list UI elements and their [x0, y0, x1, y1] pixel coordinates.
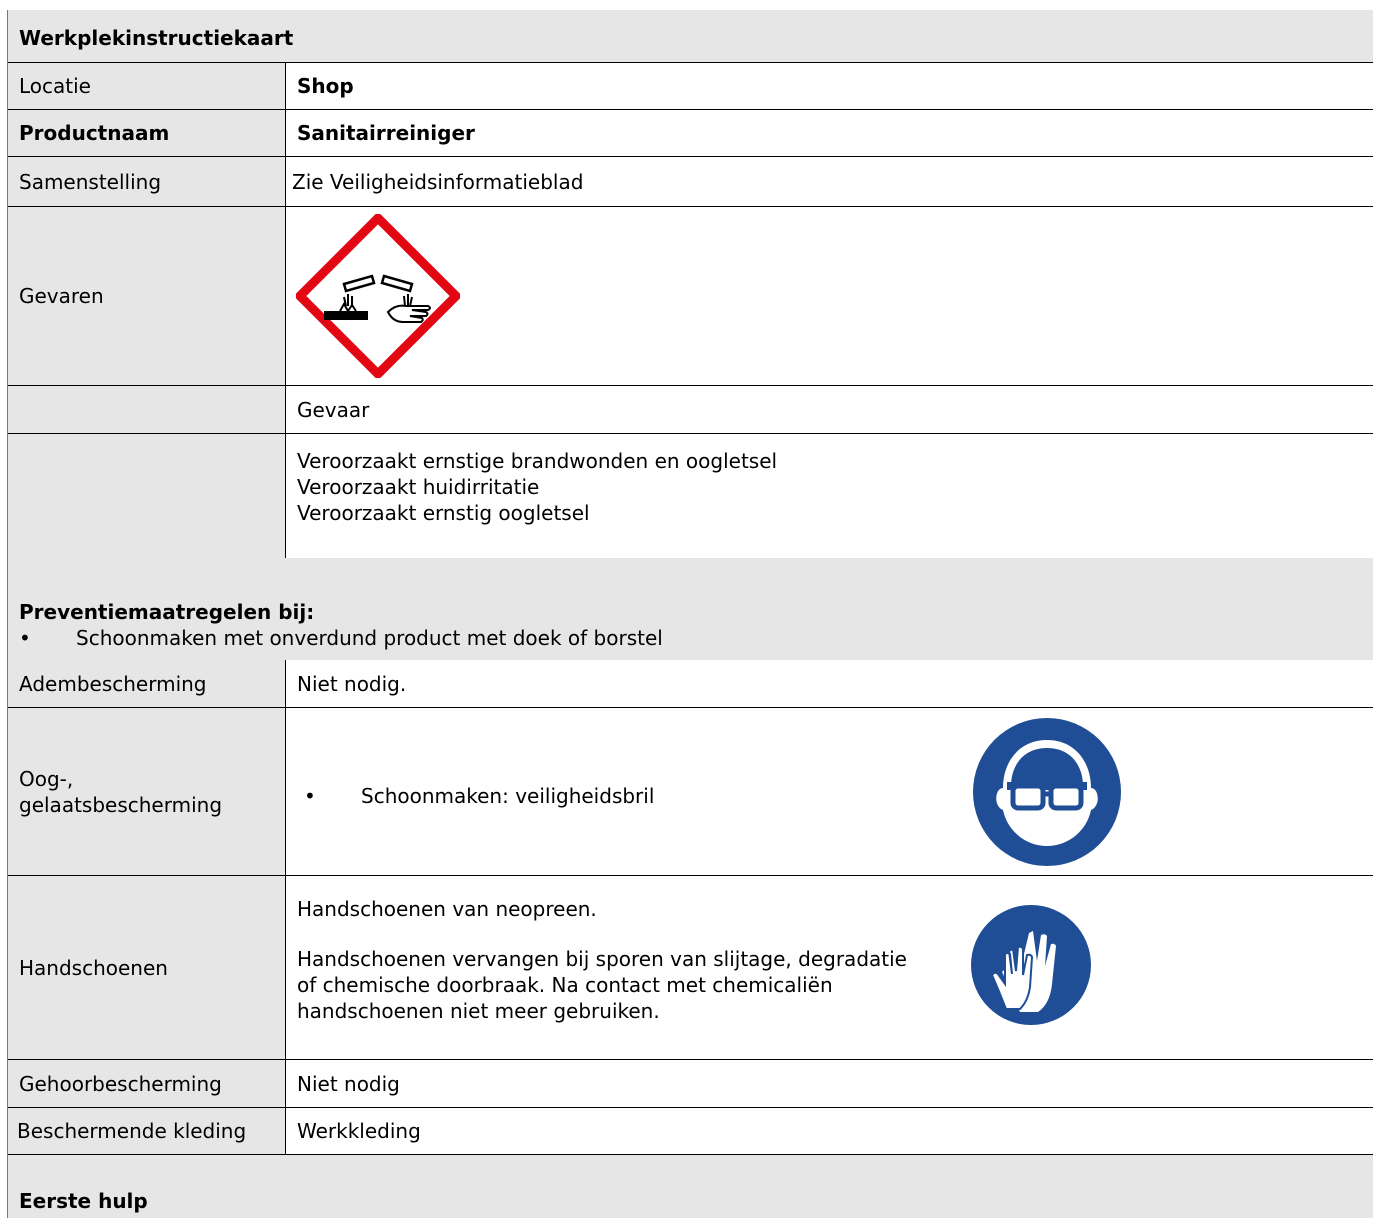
label-gevaren: Gevaren: [8, 207, 285, 385]
signal-word: Gevaar: [297, 397, 370, 422]
label-empty: [8, 386, 285, 433]
row-productnaam: Productnaam Sanitairreiniger: [8, 110, 1373, 156]
preventie-heading: Preventiemaatregelen bij:: [19, 600, 315, 624]
value-samenstelling: Zie Veiligheidsinformatieblad: [292, 169, 584, 194]
ghs-corrosive-icon: [296, 214, 460, 378]
eerste-hulp-section: Eerste hulp: [8, 1155, 1373, 1218]
title-row: Werkplekinstructiekaart: [8, 10, 1373, 62]
value-productnaam: Sanitairreiniger: [297, 121, 475, 145]
preventie-section: Preventiemaatregelen bij: • Schoonmaken …: [8, 560, 1373, 660]
label-samenstelling: Samenstelling: [8, 157, 285, 206]
preventie-item: Schoonmaken met onverdund product met do…: [76, 626, 663, 650]
value-locatie: Shop: [297, 74, 354, 98]
row-gevaren: Gevaren: [8, 207, 1373, 385]
row-samenstelling: Samenstelling Zie Veiligheidsinformatieb…: [8, 157, 1373, 206]
label-oog: Oog-, gelaatsbescherming: [8, 708, 285, 875]
gloves-instructions: Handschoenen vervangen bij sporen van sl…: [297, 946, 907, 1024]
gloves-icon: [971, 905, 1091, 1025]
row-kleding: Beschermende kleding Werkkleding: [8, 1108, 1373, 1154]
row-gevarenzinnen: Veroorzaakt ernstige brandwonden en oogl…: [8, 434, 1373, 560]
gloves-material: Handschoenen van neopreen.: [297, 897, 597, 921]
row-signaalwoord: Gevaar: [8, 386, 1373, 433]
safety-goggles-icon: [973, 718, 1121, 866]
label-handschoenen: Handschoenen: [8, 876, 285, 1059]
value-gehoor: Niet nodig: [297, 1071, 400, 1096]
label-kleding: Beschermende kleding: [8, 1108, 285, 1154]
hazard-statement: Veroorzaakt ernstige brandwonden en oogl…: [297, 449, 778, 473]
instruction-card: Werkplekinstructiekaart Locatie Shop Pro…: [0, 0, 1373, 1218]
bullet: •: [19, 626, 31, 650]
value-adem: Niet nodig.: [297, 671, 407, 696]
label-locatie: Locatie: [8, 63, 285, 109]
hazard-statement: Veroorzaakt huidirritatie: [297, 475, 540, 499]
row-adem: Adembescherming Niet nodig.: [8, 660, 1373, 707]
value-oog: Schoonmaken: veiligheidsbril: [361, 784, 655, 808]
page-title: Werkplekinstructiekaart: [19, 26, 294, 50]
label-adem: Adembescherming: [8, 660, 285, 707]
value-kleding: Werkkleding: [297, 1119, 421, 1143]
label-empty: [8, 434, 285, 560]
hazard-statements: Veroorzaakt ernstige brandwonden en oogl…: [285, 434, 1373, 558]
eerste-hulp-heading: Eerste hulp: [19, 1189, 148, 1213]
label-productnaam: Productnaam: [19, 121, 170, 145]
gloves-line: handschoenen niet meer gebruiken.: [297, 999, 660, 1023]
hazard-statement: Veroorzaakt ernstig oogletsel: [297, 501, 590, 525]
row-locatie: Locatie Shop: [8, 63, 1373, 109]
bullet: •: [304, 784, 316, 808]
gloves-line: Handschoenen vervangen bij sporen van sl…: [297, 947, 907, 971]
label-oog-line2: gelaatsbescherming: [19, 792, 223, 817]
label-oog-line1: Oog-,: [19, 766, 74, 791]
row-handschoenen: Handschoenen Handschoenen van neopreen. …: [8, 876, 1373, 1059]
row-oog: Oog-, gelaatsbescherming • Schoonmaken: …: [8, 708, 1373, 875]
gloves-line: of chemische doorbraak. Na contact met c…: [297, 973, 833, 997]
label-gehoor: Gehoorbescherming: [8, 1060, 285, 1107]
row-gehoor: Gehoorbescherming Niet nodig: [8, 1060, 1373, 1107]
